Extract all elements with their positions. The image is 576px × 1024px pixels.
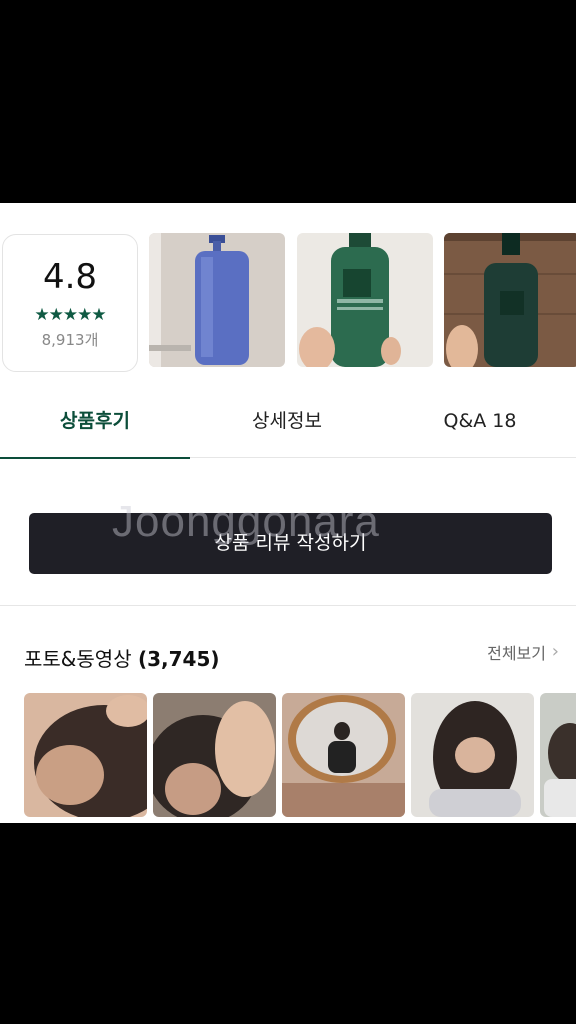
product-review-screen: 4.8 ★★★★★ 8,913개 상품후기 상세정보 Q&A 18 상품 리뷰 … <box>0 203 576 823</box>
write-review-button[interactable]: 상품 리뷰 작성하기 <box>29 513 552 574</box>
star-rating-icon: ★★★★★ <box>34 305 106 325</box>
review-count: 8,913개 <box>41 331 99 349</box>
chevron-right-icon[interactable]: › <box>552 641 559 662</box>
review-photo-thumbnail[interactable] <box>153 693 276 817</box>
tab-reviews[interactable]: 상품후기 <box>0 403 190 459</box>
tab-details[interactable]: 상세정보 <box>192 403 382 457</box>
photo-section-title: 포토&동영상 (3,745) <box>24 647 220 671</box>
product-photo-thumbnail[interactable] <box>149 233 285 367</box>
tab-bar: 상품후기 상세정보 Q&A 18 <box>0 403 576 459</box>
rating-summary-card: 4.8 ★★★★★ 8,913개 <box>2 234 138 372</box>
product-photo-thumbnail[interactable] <box>444 233 576 367</box>
product-photo-thumbnail[interactable] <box>297 233 433 367</box>
tab-qna[interactable]: Q&A 18 <box>384 403 576 457</box>
review-photo-thumbnail[interactable] <box>540 693 576 817</box>
review-photo-thumbnail[interactable] <box>282 693 405 817</box>
review-photo-thumbnail[interactable] <box>24 693 147 817</box>
see-all-link[interactable]: 전체보기 <box>487 640 546 664</box>
section-divider <box>0 605 576 606</box>
rating-value: 4.8 <box>42 257 98 297</box>
review-photo-thumbnail[interactable] <box>411 693 534 817</box>
